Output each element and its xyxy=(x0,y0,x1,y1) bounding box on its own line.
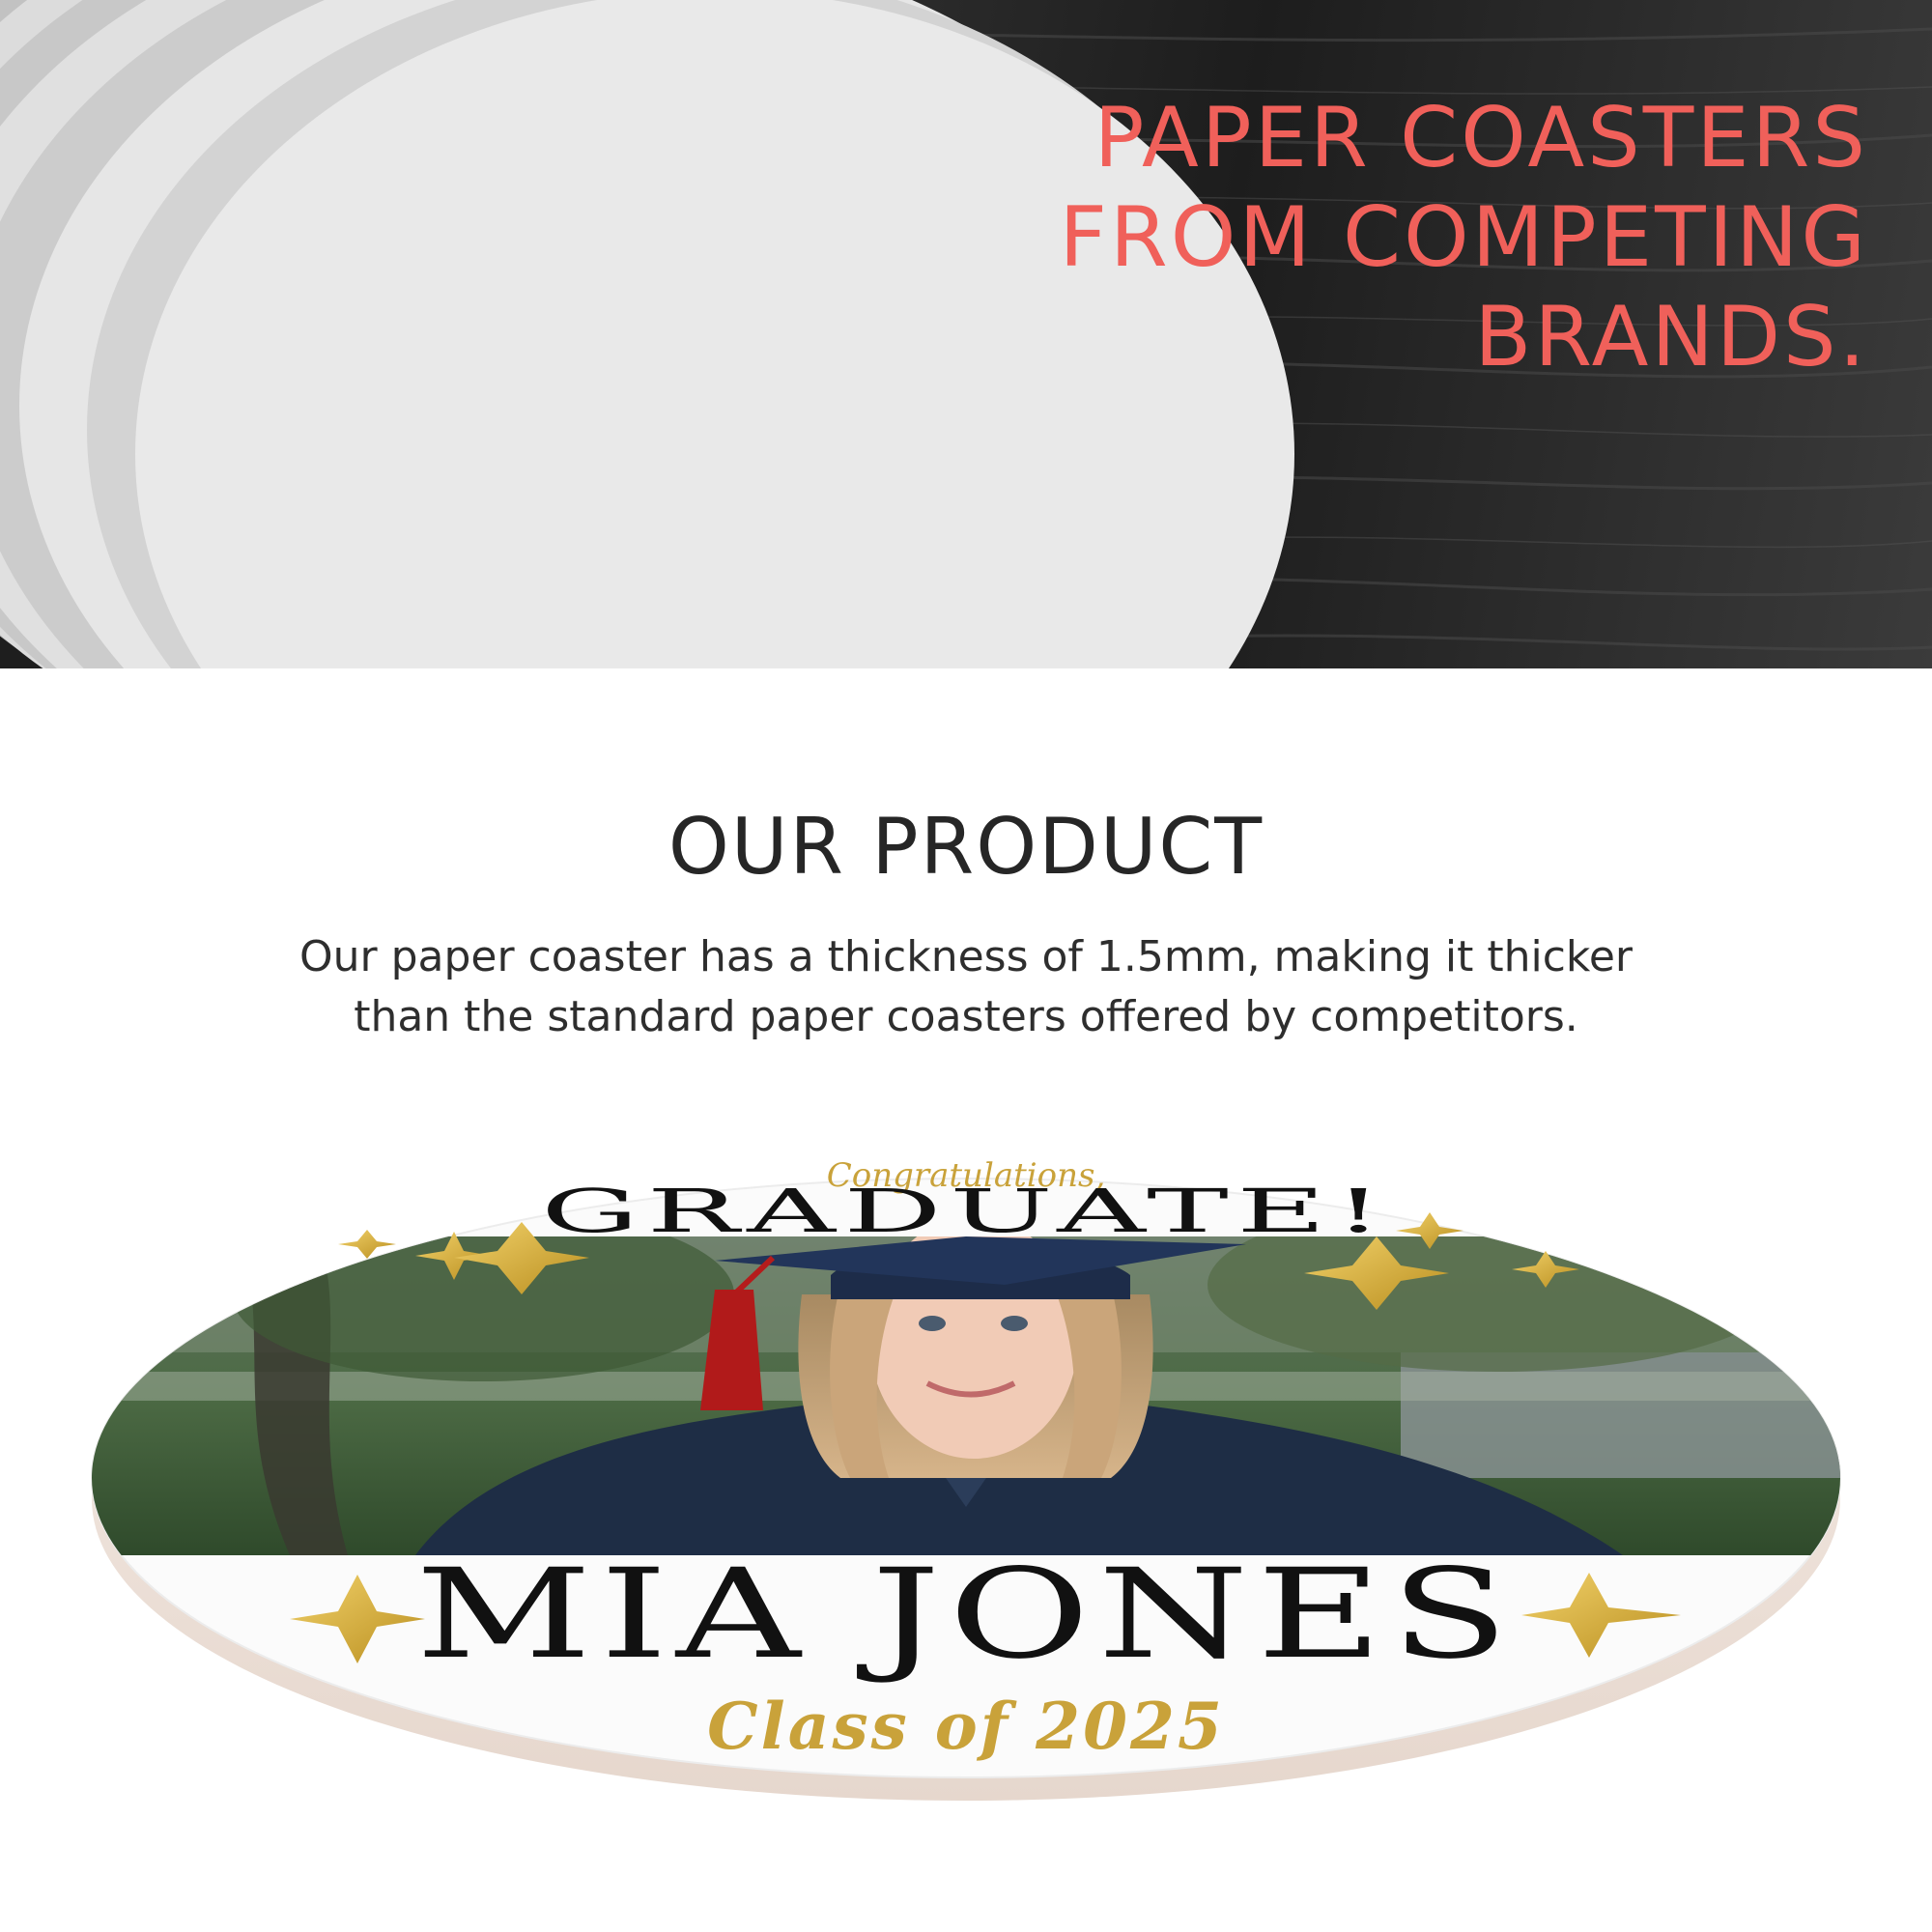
product-description-line-1: Our paper coaster has a thickness of 1.5… xyxy=(299,932,1633,981)
banner-headline-line-2: FROM COMPETING xyxy=(1059,189,1868,286)
coaster-graduate-name: MIA JONES xyxy=(415,1543,1517,1687)
graduation-coaster-product: Congratulations, GRADUATE! MIA JONES Cla… xyxy=(91,1156,1841,1801)
coaster-graduate-headline: GRADUATE! xyxy=(541,1176,1391,1246)
product-section-title: OUR PRODUCT xyxy=(668,802,1264,892)
banner-headline: PAPER COASTERS FROM COMPETING BRANDS. xyxy=(1060,89,1868,387)
competitor-banner: PAPER COASTERS FROM COMPETING BRANDS. xyxy=(0,0,1932,668)
banner-headline-line-3: BRANDS. xyxy=(1474,289,1868,385)
graduate-photo xyxy=(92,1236,1840,1555)
product-description: Our paper coaster has a thickness of 1.5… xyxy=(164,927,1768,1047)
coaster-class-year: Class of 2025 xyxy=(707,1689,1225,1764)
product-description-line-2: than the standard paper coasters offered… xyxy=(354,992,1578,1041)
banner-headline-line-1: PAPER COASTERS xyxy=(1094,90,1868,186)
